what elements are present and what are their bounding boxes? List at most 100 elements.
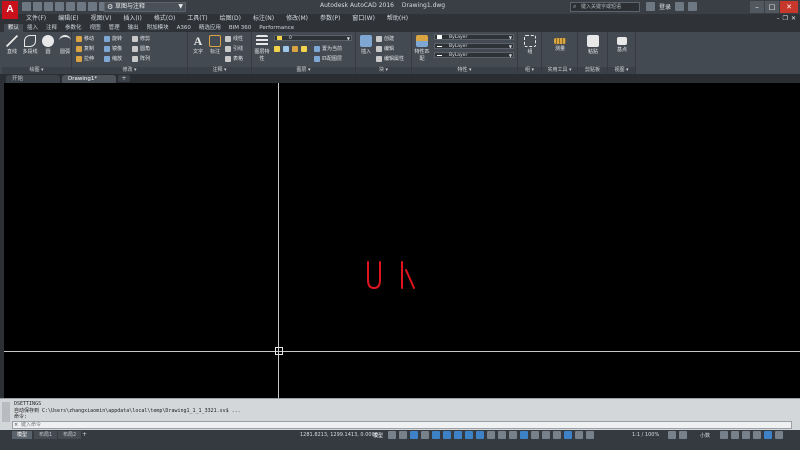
customize-icon[interactable] — [775, 431, 783, 439]
selection-cycling-icon[interactable] — [509, 431, 517, 439]
user-icon[interactable] — [646, 2, 655, 11]
model-space-button[interactable]: 模型 — [373, 432, 383, 439]
add-layout-button[interactable]: + — [82, 431, 87, 438]
save-as-icon[interactable] — [55, 2, 64, 11]
layout-tab-layout1[interactable]: 布局1 — [34, 431, 58, 439]
lock-ui-icon[interactable] — [731, 431, 739, 439]
dynamic-ucs-icon[interactable] — [531, 431, 539, 439]
snap-icon[interactable] — [399, 431, 407, 439]
stretch-button[interactable]: 拉伸 — [84, 55, 94, 62]
dynamic-input-icon[interactable] — [421, 431, 429, 439]
open-icon[interactable] — [33, 2, 42, 11]
copy-button[interactable]: 复制 — [84, 45, 94, 52]
line-tool[interactable]: 直线 — [4, 35, 20, 55]
color-dropdown[interactable]: ByLayer ▼ — [434, 34, 514, 40]
menu-modify[interactable]: 修改(M) — [286, 14, 308, 24]
trim-button[interactable]: 修剪 — [140, 35, 150, 42]
workspace-switch-icon[interactable] — [668, 431, 676, 439]
table-button[interactable]: 表格 — [225, 55, 243, 62]
freehand-sketch[interactable] — [365, 258, 419, 292]
measure-tool[interactable]: 测量 — [552, 35, 568, 52]
tab-performance[interactable]: Performance — [255, 24, 298, 32]
ortho-icon[interactable] — [432, 431, 440, 439]
hardware-acceleration-icon[interactable] — [753, 431, 761, 439]
arc-tool[interactable]: 圆弧 — [57, 35, 73, 55]
application-menu-button[interactable]: A — [2, 1, 18, 19]
close-icon[interactable]: × — [14, 422, 18, 428]
tab-parametric[interactable]: 参数化 — [61, 24, 86, 32]
layer-dropdown[interactable]: 0 ▼ — [274, 35, 352, 41]
menu-dimension[interactable]: 标注(N) — [253, 14, 274, 24]
doc-minimize-button[interactable]: – — [777, 14, 780, 24]
layout-tab-layout2[interactable]: 布局2 — [58, 431, 82, 439]
menu-tools[interactable]: 工具(T) — [187, 14, 207, 24]
doc-restore-button[interactable]: ❐ — [783, 14, 788, 24]
polyline-tool[interactable]: 多段线 — [22, 35, 38, 55]
match-layer-button[interactable]: 匹配图层 — [314, 55, 342, 62]
create-block-button[interactable]: 创建 — [376, 35, 394, 42]
move-button[interactable]: 移动 — [84, 35, 94, 42]
search-input[interactable]: ⌕ 键入关键字或短语 — [570, 2, 640, 12]
save-icon[interactable] — [44, 2, 53, 11]
panel-title-modify[interactable]: 修改 ▾ — [72, 67, 187, 74]
scale-button[interactable]: 缩放 — [112, 55, 122, 62]
tab-insert[interactable]: 插入 — [23, 24, 42, 32]
tab-drawing1[interactable]: Drawing1* × — [62, 75, 116, 90]
clean-screen-icon[interactable] — [764, 431, 772, 439]
new-icon[interactable] — [22, 2, 31, 11]
panel-title-layers[interactable]: 图层 ▾ — [252, 67, 355, 74]
exchange-icon[interactable] — [675, 2, 685, 11]
isodraft-icon[interactable] — [454, 431, 462, 439]
menu-edit[interactable]: 编辑(E) — [58, 14, 78, 24]
menu-format[interactable]: 格式(O) — [154, 14, 175, 24]
infer-constraints-icon[interactable] — [410, 431, 418, 439]
command-input[interactable]: × 键入命令 — [12, 421, 792, 429]
tab-bim360[interactable]: BIM 360 — [225, 24, 255, 32]
drag-handle[interactable] — [2, 402, 10, 422]
polar-icon[interactable] — [443, 431, 451, 439]
close-button[interactable]: ✕ — [780, 1, 798, 13]
grid-icon[interactable] — [388, 431, 396, 439]
tab-featured-apps[interactable]: 精选应用 — [195, 24, 225, 32]
linear-button[interactable]: 线性 — [225, 35, 243, 42]
layer-lock-icon[interactable] — [292, 46, 298, 52]
layer-properties-tool[interactable]: 图层特性 — [254, 35, 270, 62]
isolate-objects-icon[interactable] — [742, 431, 750, 439]
text-tool[interactable]: A 文字 — [190, 35, 206, 55]
lineweight-icon[interactable] — [487, 431, 495, 439]
tab-a360[interactable]: A360 — [173, 24, 195, 32]
panel-title-utilities[interactable]: 实用工具 ▾ — [542, 67, 577, 74]
panel-title-block[interactable]: 块 ▾ — [356, 67, 411, 74]
tab-output[interactable]: 输出 — [124, 24, 143, 32]
lineweight-dropdown[interactable]: ByLayer ▼ — [434, 52, 514, 58]
menu-parametric[interactable]: 参数(P) — [320, 14, 340, 24]
doc-close-button[interactable]: ✕ — [791, 14, 796, 24]
match-properties-tool[interactable]: 特性匹配 — [414, 35, 430, 62]
base-view-tool[interactable]: 基点 — [614, 35, 630, 53]
menu-view[interactable]: 视图(V) — [91, 14, 112, 24]
selection-filter-icon[interactable] — [542, 431, 550, 439]
tab-start[interactable]: 开始 — [6, 75, 60, 83]
workspace-dropdown[interactable]: ⚙ 草图与注释 ▼ — [104, 2, 186, 12]
tab-addins[interactable]: 附加模块 — [143, 24, 173, 32]
units-readout[interactable]: 小数 — [700, 432, 710, 439]
plus-icon[interactable] — [679, 431, 687, 439]
rotate-button[interactable]: 旋转 — [112, 35, 122, 42]
tab-manage[interactable]: 管理 — [105, 24, 124, 32]
panel-title-properties[interactable]: 特性 ▾ — [412, 67, 517, 74]
layer-freeze-icon[interactable] — [283, 46, 289, 52]
3d-osnap-icon[interactable] — [520, 431, 528, 439]
help-icon[interactable] — [688, 2, 698, 11]
annotation-scale-icon[interactable] — [586, 431, 594, 439]
maximize-button[interactable]: □ — [765, 1, 779, 13]
linetype-dropdown[interactable]: ByLayer ▼ — [434, 43, 514, 49]
quick-properties-icon[interactable] — [720, 431, 728, 439]
minimize-button[interactable]: – — [750, 1, 764, 13]
new-tab-button[interactable]: + — [118, 75, 130, 82]
tab-default[interactable]: 默认 — [4, 24, 24, 32]
menu-insert[interactable]: 插入(I) — [123, 14, 141, 24]
paste-tool[interactable]: 粘贴 — [585, 35, 601, 55]
dimension-tool[interactable]: 标注 — [207, 35, 223, 55]
panel-title-draw[interactable]: 绘图 ▾ — [2, 67, 71, 74]
menu-draw[interactable]: 绘图(D) — [220, 14, 241, 24]
